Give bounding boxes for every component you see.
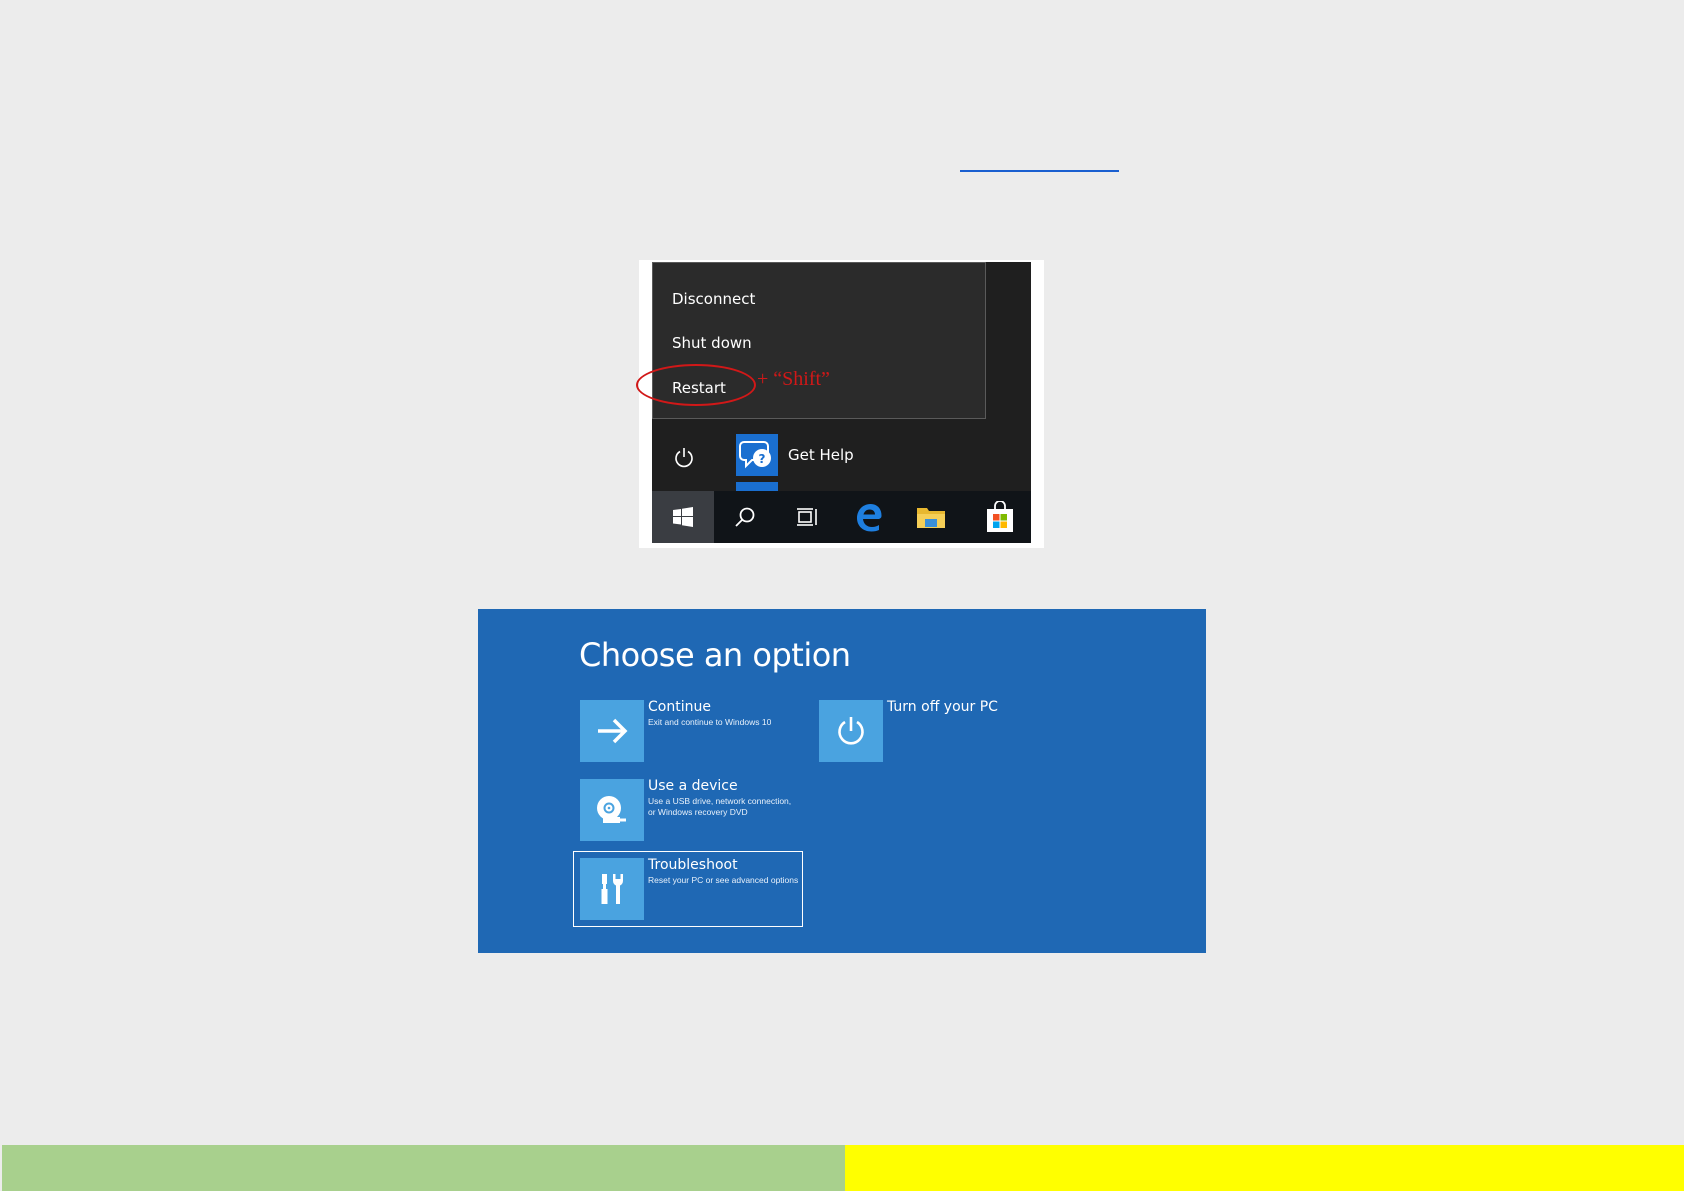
- option-troubleshoot-desc: Reset your PC or see advanced options: [648, 875, 799, 885]
- search-button[interactable]: [714, 491, 776, 543]
- task-view-button[interactable]: [776, 491, 838, 543]
- menu-item-shut-down[interactable]: Shut down: [672, 333, 752, 353]
- option-continue-desc: Exit and continue to Windows 10: [648, 717, 772, 727]
- footer-bar-left: [2, 1145, 845, 1191]
- option-turn-off-label[interactable]: Turn off your PC: [887, 698, 998, 716]
- windows-start-icon: [673, 507, 693, 527]
- arrow-right-icon: [598, 718, 628, 744]
- use-device-tile[interactable]: [580, 779, 644, 841]
- shift-annotation: + “Shift”: [757, 368, 830, 390]
- edge-button[interactable]: [838, 491, 900, 543]
- svg-text:?: ?: [759, 452, 766, 466]
- option-troubleshoot-label[interactable]: Troubleshoot: [648, 856, 738, 874]
- page-title: Choose an option: [579, 636, 851, 674]
- power-icon: [838, 717, 864, 745]
- option-use-device-desc: Use a USB drive, network connection, or …: [648, 796, 792, 817]
- turn-off-tile[interactable]: [819, 700, 883, 762]
- get-help-tile[interactable]: ?: [736, 434, 778, 476]
- menu-item-disconnect[interactable]: Disconnect: [672, 289, 755, 309]
- get-help-icon: ?: [739, 441, 771, 469]
- troubleshoot-tile[interactable]: [580, 858, 644, 920]
- tools-icon: [601, 874, 623, 904]
- task-view-icon: [797, 508, 817, 526]
- taskbar: [652, 491, 1031, 543]
- continue-tile[interactable]: [580, 700, 644, 762]
- option-use-device-label[interactable]: Use a device: [648, 777, 738, 795]
- get-help-label[interactable]: Get Help: [788, 445, 854, 465]
- power-button-icon[interactable]: [672, 445, 696, 469]
- option-continue-label[interactable]: Continue: [648, 698, 711, 716]
- hyperlink-underline[interactable]: [960, 170, 1119, 172]
- footer-bar-right: [845, 1145, 1684, 1191]
- choose-an-option-screenshot: Choose an option Continue Exit and conti…: [478, 609, 1206, 953]
- disc-icon: [597, 796, 626, 823]
- store-icon: [987, 501, 1013, 532]
- windows-start-button[interactable]: [652, 491, 714, 543]
- store-button[interactable]: [969, 491, 1031, 543]
- search-icon: [735, 507, 755, 527]
- file-explorer-button[interactable]: [900, 491, 962, 543]
- file-explorer-icon: [917, 508, 945, 528]
- edge-icon: [857, 504, 882, 532]
- restart-highlight-ellipse: [636, 364, 756, 406]
